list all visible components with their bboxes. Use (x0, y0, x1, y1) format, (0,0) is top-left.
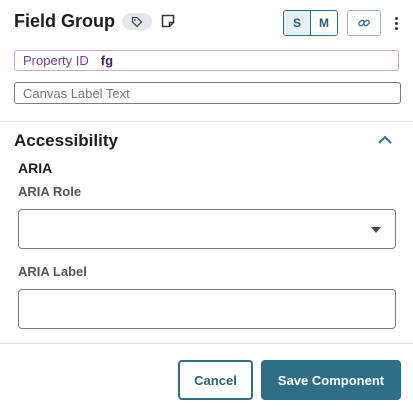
aria-role-select[interactable] (18, 209, 396, 249)
aria-heading: ARIA (18, 160, 53, 176)
accessibility-section-title: Accessibility (14, 131, 118, 150)
note-icon[interactable] (161, 14, 175, 28)
property-id-value: fg (100, 53, 114, 68)
property-id-label: Property ID (23, 53, 89, 68)
cancel-button[interactable]: Cancel (178, 360, 253, 400)
aria-role-label: ARIA Role (18, 184, 82, 199)
footer-divider (0, 343, 413, 344)
property-id-field[interactable]: Property ID fg (14, 50, 399, 71)
dropdown-arrow-icon (371, 227, 381, 233)
panel-title: Field Group (14, 11, 115, 31)
panel-header: Field Group S M (14, 8, 403, 36)
canvas-label-input[interactable] (14, 82, 401, 104)
more-options-button[interactable] (390, 12, 402, 34)
size-m-button[interactable]: M (310, 11, 337, 35)
tag-button[interactable] (122, 13, 152, 30)
size-s-button[interactable]: S (284, 11, 310, 35)
save-component-button[interactable]: Save Component (261, 360, 401, 400)
aria-label-label: ARIA Label (18, 264, 87, 279)
chevron-up-icon[interactable] (377, 134, 393, 146)
tag-icon (131, 16, 143, 27)
aria-label-input[interactable] (18, 289, 396, 329)
size-toggle: S M (283, 10, 338, 36)
section-divider (0, 121, 413, 122)
link-button[interactable] (347, 10, 381, 36)
link-icon (358, 19, 370, 27)
more-vertical-icon (394, 16, 398, 30)
